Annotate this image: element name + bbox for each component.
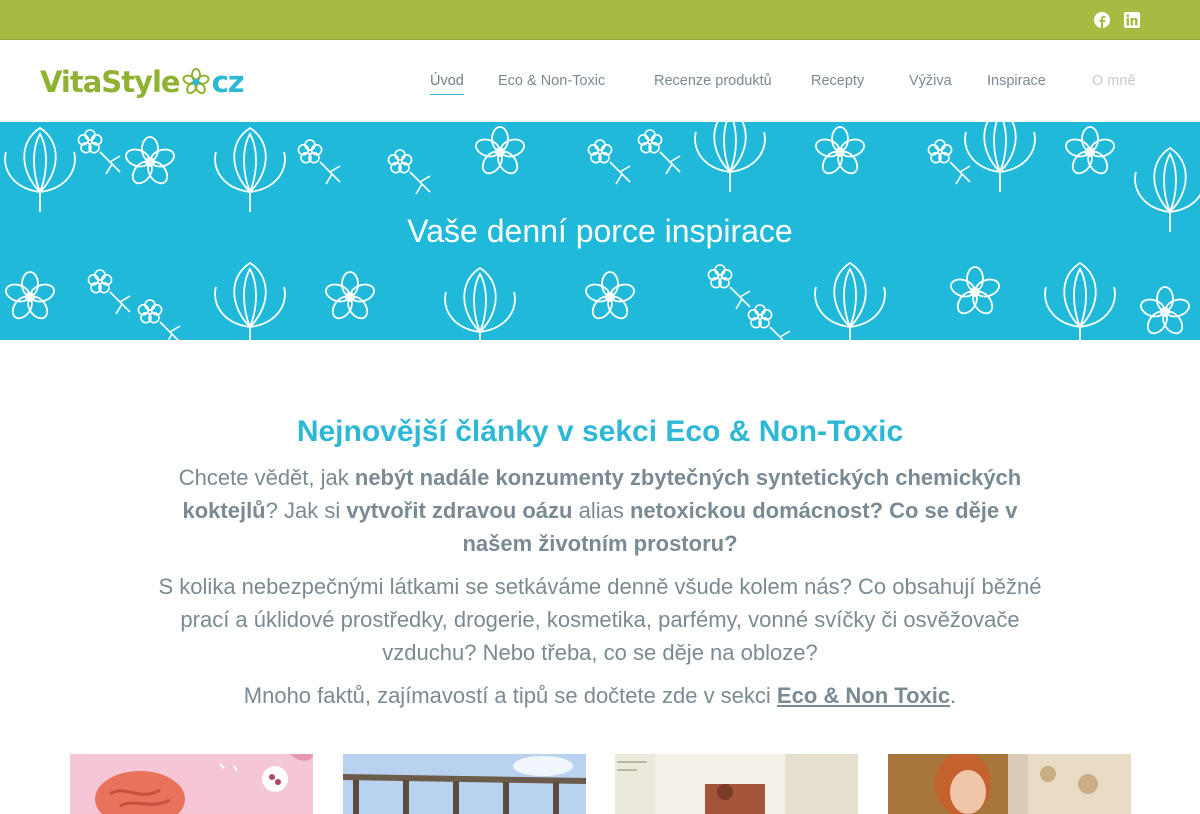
intro-paragraph: Chcete vědět, jak nebýt nadále konzument… [150, 461, 1050, 560]
intro-text-2: ? Jak si [265, 498, 347, 523]
nav-item-eco-non-toxic[interactable]: Eco & Non-Toxic [498, 73, 605, 89]
nav-item-uvod[interactable]: Úvod [430, 73, 464, 95]
third-paragraph-end: . [950, 683, 957, 708]
article-thumbnail-2[interactable] [343, 754, 586, 814]
logo-text-cz: cz [211, 65, 245, 99]
intro-text-1: Chcete vědět, jak [178, 465, 355, 490]
third-paragraph-text: Mnoho faktů, zajímavostí a tipů se dočte… [243, 683, 777, 708]
site-header: VitaStyle cz Úvod Eco & Non-Toxic Recenz… [0, 40, 1200, 122]
nav-item-recepty[interactable]: Recepty [811, 73, 864, 89]
intro-bold-2: vytvořit zdravou oázu [346, 498, 573, 523]
eco-non-toxic-link[interactable]: Eco & Non Toxic [777, 683, 950, 708]
article-thumbnail-1[interactable] [70, 754, 313, 814]
section-title: Nejnovější články v sekci Eco & Non-Toxi… [296, 415, 904, 448]
intro-text-3: alias [572, 498, 630, 523]
facebook-icon[interactable] [1093, 11, 1111, 29]
site-logo[interactable]: VitaStyle cz [40, 64, 245, 100]
nav-item-inspirace[interactable]: Inspirace [987, 73, 1046, 89]
nav-item-o-mne[interactable]: O mně [1092, 73, 1136, 89]
third-paragraph: Mnoho faktů, zajímavostí a tipů se dočte… [150, 679, 1050, 712]
nav-item-vyziva[interactable]: Výživa [909, 73, 952, 89]
thumbnail-illustration-1 [70, 754, 313, 814]
thumbnail-photo-4 [888, 754, 1131, 814]
article-thumbnail-4[interactable] [888, 754, 1131, 814]
thumbnail-photo-3 [615, 754, 858, 814]
nav-item-recenze-produktu[interactable]: Recenze produktů [654, 73, 772, 89]
hero-title: Vaše denní porce inspirace [407, 213, 793, 249]
logo-text-vitastyle: VitaStyle [40, 65, 181, 99]
article-thumbnail-3[interactable] [615, 754, 858, 814]
second-paragraph: S kolika nebezpečnými látkami se setkává… [158, 574, 1042, 665]
linkedin-icon[interactable] [1123, 11, 1141, 29]
hero-banner: Vaše denní porce inspirace [0, 122, 1200, 340]
top-bar [0, 0, 1200, 40]
logo-flower-icon [182, 68, 210, 95]
thumbnail-photo-2 [343, 754, 586, 814]
